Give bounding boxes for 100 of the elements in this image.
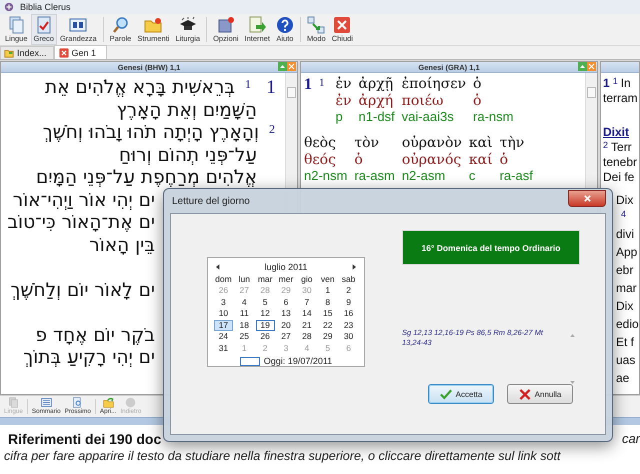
latin-text: divi — [616, 226, 634, 243]
calendar-day[interactable]: 19 — [256, 320, 275, 331]
hebrew-text: ים אֶת־הָאוֹר כִּי־טוֹב — [7, 212, 155, 233]
weekday-label: gio — [300, 274, 314, 285]
calendar-day[interactable]: 11 — [234, 308, 254, 320]
close-icon — [333, 16, 352, 34]
next-month-icon[interactable] — [352, 264, 356, 270]
parsing-code: c — [468, 168, 476, 184]
hebrew-text: בֵּין הָאוֹר — [89, 234, 155, 256]
calendar-day[interactable]: 27 — [276, 331, 296, 342]
document-pages-icon — [6, 397, 20, 408]
calendar-day[interactable]: 10 — [214, 308, 233, 320]
latin-text: ae — [616, 370, 630, 387]
calendar-day[interactable]: 22 — [318, 320, 338, 331]
latin-text: Dix — [616, 298, 634, 315]
lemma: ὁ — [473, 93, 482, 109]
calendar-day[interactable]: 23 — [339, 320, 358, 331]
previous-month-icon[interactable] — [216, 264, 220, 270]
circle-icon — [124, 397, 138, 408]
cross-icon — [518, 388, 531, 400]
parsing-code: n1-dsf — [358, 109, 395, 125]
document-tab[interactable]: Gen 1 — [54, 45, 108, 59]
calendar-day[interactable]: 9 — [339, 296, 358, 308]
calendar-day[interactable]: 24 — [214, 331, 233, 342]
calendar-day[interactable]: 20 — [276, 320, 296, 331]
latin-text: edio — [616, 316, 639, 333]
month-label: luglio 2011 — [264, 262, 308, 272]
calendar-day[interactable]: 13 — [276, 308, 296, 320]
calendar-day[interactable]: 2 — [339, 285, 358, 296]
chapter-number: 1 — [265, 77, 277, 99]
parsing-code: ra-asf — [500, 168, 533, 184]
feast-banner: 16° Domenica del tempo Ordinario — [402, 230, 580, 265]
latin-text: uas — [616, 352, 636, 369]
help-icon — [276, 16, 294, 34]
calendar-day[interactable]: 1 — [318, 285, 338, 296]
calendar-day[interactable]: 28 — [297, 331, 316, 342]
parsing-code: p — [336, 109, 344, 125]
calendar-day[interactable]: 18 — [234, 320, 254, 331]
app-icon — [4, 2, 14, 12]
panel-header — [601, 62, 639, 73]
latin-text: Et f — [616, 334, 634, 351]
calendar-day[interactable]: 6 — [276, 296, 296, 308]
chapter-number: 1 — [304, 76, 312, 94]
today-marker-icon — [240, 356, 260, 366]
search-icon — [112, 16, 130, 34]
folder-icon — [102, 397, 115, 408]
hebrew-text: אֱלֹהִים מְרַחֶפֶת עַל־פְּנֵי הַמָּיִם — [36, 167, 258, 188]
hebrew-text: בֹקֶר יוֹם אֶחָד פ — [36, 324, 155, 346]
verse-number: 1 — [244, 77, 252, 92]
close-button[interactable] — [568, 190, 606, 206]
calendar-day[interactable]: 17 — [214, 320, 233, 331]
verse-number: 2 — [603, 140, 608, 151]
weekday-label: ven — [320, 274, 336, 285]
calendar-day[interactable]: 21 — [297, 320, 316, 331]
section-heading-link[interactable]: Dixit — [603, 125, 630, 140]
verse-number: 1 — [319, 76, 324, 90]
document-tab[interactable]: Index... — [0, 46, 54, 59]
parsing-code: vai-aai3s — [402, 109, 455, 125]
greek-word: ὁ — [473, 76, 482, 93]
calendar-day[interactable]: 16 — [339, 308, 358, 320]
greek-word: καὶ — [468, 135, 493, 152]
window-title: Biblia Clerus — [20, 2, 71, 12]
verse-number: 1 — [612, 76, 618, 87]
accept-button[interactable]: Accetta — [428, 384, 494, 404]
calendar-day[interactable]: 8 — [318, 296, 338, 308]
latin-text: In — [620, 76, 631, 91]
calendar-day[interactable]: 3 — [214, 296, 233, 308]
weekday-label: sab — [340, 274, 356, 285]
calendar-day[interactable]: 26 — [256, 331, 275, 342]
calendar-day[interactable]: 12 — [256, 308, 275, 320]
latin-text: tenebr — [603, 155, 638, 170]
lemma: ἀρχή — [358, 93, 394, 109]
calendar-day[interactable]: 31 — [214, 342, 233, 354]
hebrew-text: עַל־פְּנֵי תְהוֹם וְרוּחַ — [119, 144, 258, 166]
folder-icon — [144, 16, 162, 34]
calendar-day[interactable]: 4 — [234, 296, 254, 308]
calendar-day[interactable]: 15 — [318, 308, 338, 320]
latin-text: Dei fe — [603, 170, 634, 185]
calendar-day[interactable]: 5 — [256, 296, 275, 308]
latin-text: ebr — [616, 262, 634, 279]
greek-word: ἐποίησεν — [402, 76, 466, 93]
calendar-day[interactable]: 14 — [297, 308, 316, 320]
cancel-button[interactable]: Annulla — [507, 384, 573, 404]
calendar-day[interactable]: 7 — [297, 296, 316, 308]
today-link[interactable]: Oggi: 19/07/2011 — [264, 356, 332, 366]
lemma: ποιέω — [402, 93, 444, 109]
parsing-code: n2-nsm — [304, 168, 348, 184]
greek-word: θεὸς — [304, 135, 337, 152]
weekday-label: mer — [278, 274, 294, 285]
hebrew-text: ים יְהִי אוֹר וַיְהִי־אוֹר — [12, 190, 155, 210]
calendar-day[interactable]: 30 — [339, 331, 358, 342]
settings-icon — [216, 16, 235, 34]
hebrew-text: ים לָאוֹר יוֹם וְלַחֹשֶׁךְ — [10, 280, 155, 300]
arrows-icon — [307, 16, 326, 34]
calendar-day[interactable]: 29 — [318, 331, 338, 342]
verse-number: 2 — [268, 122, 276, 137]
calendar-day[interactable]: 25 — [234, 331, 254, 342]
document-check-icon — [34, 16, 53, 34]
parsing-code: n2-asm — [402, 168, 446, 184]
latin-text: terram — [603, 91, 638, 106]
